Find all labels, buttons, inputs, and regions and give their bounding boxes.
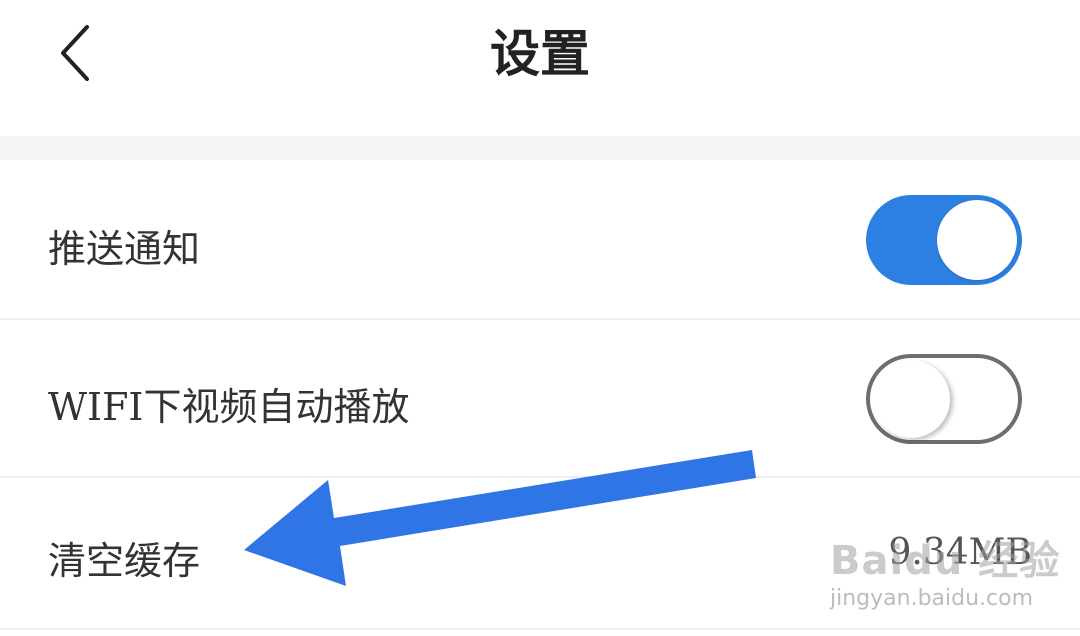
wifi-autoplay-toggle[interactable] (866, 354, 1022, 444)
setting-label-clear-cache: 清空缓存 (48, 539, 201, 583)
toggle-knob (937, 200, 1017, 280)
push-notification-toggle[interactable] (866, 195, 1022, 285)
toggle-knob (872, 360, 950, 438)
top-bar: 设置 (0, 0, 1080, 136)
page-title: 设置 (490, 25, 590, 83)
setting-row-wifi-autoplay: WIFI下视频自动播放 (0, 320, 1080, 478)
setting-row-push-notification: 推送通知 (0, 160, 1080, 320)
section-divider (0, 136, 1080, 160)
cache-size-value: 9.34MB (888, 532, 1032, 573)
setting-row-clear-cache[interactable]: 清空缓存 9.34MB (0, 478, 1080, 630)
setting-label-push-notification: 推送通知 (48, 227, 201, 271)
setting-label-wifi-autoplay: WIFI下视频自动播放 (48, 385, 410, 429)
